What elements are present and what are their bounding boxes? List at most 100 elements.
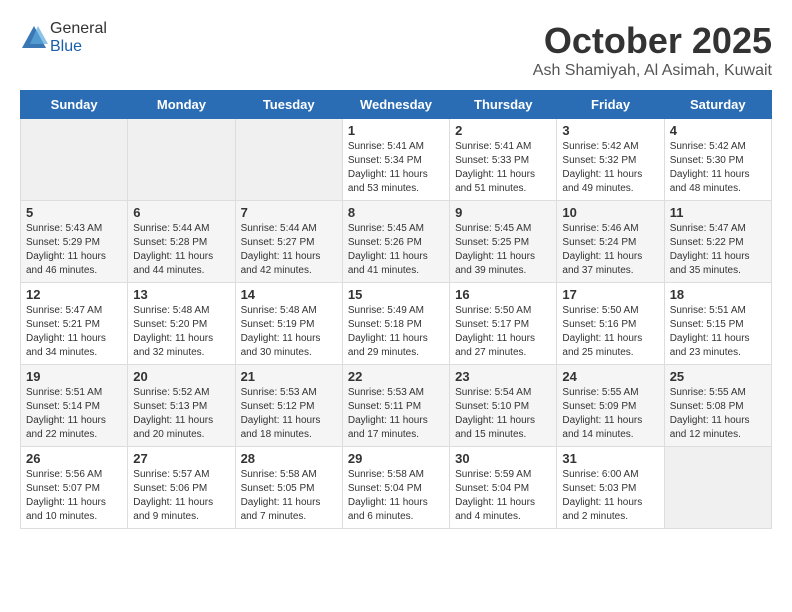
day-number: 23 [455, 369, 551, 384]
day-info: Sunrise: 6:00 AMSunset: 5:03 PMDaylight:… [562, 468, 658, 524]
calendar-day-cell: 27 Sunrise: 5:57 AMSunset: 5:06 PMDayligh… [128, 447, 235, 529]
day-number: 4 [670, 123, 766, 138]
calendar-week-row: 26 Sunrise: 5:56 AMSunset: 5:07 PMDayligh… [21, 447, 772, 529]
day-info: Sunrise: 5:44 AMSunset: 5:28 PMDaylight:… [133, 222, 229, 278]
day-number: 7 [241, 205, 337, 220]
day-info: Sunrise: 5:48 AMSunset: 5:20 PMDaylight:… [133, 304, 229, 360]
calendar-day-cell: 15 Sunrise: 5:49 AMSunset: 5:18 PMDayligh… [342, 283, 449, 365]
calendar-day-cell: 10 Sunrise: 5:46 AMSunset: 5:24 PMDayligh… [557, 201, 664, 283]
calendar-day-cell: 19 Sunrise: 5:51 AMSunset: 5:14 PMDayligh… [21, 365, 128, 447]
day-info: Sunrise: 5:48 AMSunset: 5:19 PMDaylight:… [241, 304, 337, 360]
day-info: Sunrise: 5:47 AMSunset: 5:22 PMDaylight:… [670, 222, 766, 278]
day-number: 20 [133, 369, 229, 384]
calendar-day-cell: 8Sunrise: 5:45 AMSunset: 5:26 PMDaylight… [342, 201, 449, 283]
day-info: Sunrise: 5:56 AMSunset: 5:07 PMDaylight:… [26, 468, 122, 524]
day-number: 3 [562, 123, 658, 138]
calendar-day-cell: 21Sunrise: 5:53 AMSunset: 5:12 PMDayligh… [235, 365, 342, 447]
calendar-day-cell: 17 Sunrise: 5:50 AMSunset: 5:16 PMDayligh… [557, 283, 664, 365]
calendar-day-cell: 28 Sunrise: 5:58 AMSunset: 5:05 PMDayligh… [235, 447, 342, 529]
day-info: Sunrise: 5:47 AMSunset: 5:21 PMDaylight:… [26, 304, 122, 360]
day-info: Sunrise: 5:41 AMSunset: 5:33 PMDaylight:… [455, 140, 551, 196]
day-info: Sunrise: 5:44 AMSunset: 5:27 PMDaylight:… [241, 222, 337, 278]
calendar-day-cell: 13Sunrise: 5:48 AMSunset: 5:20 PMDayligh… [128, 283, 235, 365]
day-info: Sunrise: 5:42 AMSunset: 5:32 PMDaylight:… [562, 140, 658, 196]
weekday-header: Wednesday [342, 91, 449, 119]
day-info: Sunrise: 5:58 AMSunset: 5:04 PMDaylight:… [348, 468, 444, 524]
calendar-day-cell: 6 Sunrise: 5:44 AMSunset: 5:28 PMDaylight… [128, 201, 235, 283]
weekday-header-row: SundayMondayTuesdayWednesdayThursdayFrid… [21, 91, 772, 119]
day-info: Sunrise: 5:54 AMSunset: 5:10 PMDaylight:… [455, 386, 551, 442]
day-info: Sunrise: 5:50 AMSunset: 5:16 PMDaylight:… [562, 304, 658, 360]
weekday-header: Friday [557, 91, 664, 119]
day-number: 29 [348, 451, 444, 466]
calendar-day-cell: 25Sunrise: 5:55 AMSunset: 5:08 PMDayligh… [664, 365, 771, 447]
day-info: Sunrise: 5:51 AMSunset: 5:14 PMDaylight:… [26, 386, 122, 442]
weekday-header: Thursday [450, 91, 557, 119]
day-info: Sunrise: 5:57 AMSunset: 5:06 PMDaylight:… [133, 468, 229, 524]
calendar-day-cell: 1 Sunrise: 5:41 AMSunset: 5:34 PMDaylight… [342, 119, 449, 201]
page-header: General Blue October 2025 Ash Shamiyah, … [20, 20, 772, 80]
day-number: 9 [455, 205, 551, 220]
day-info: Sunrise: 5:58 AMSunset: 5:05 PMDaylight:… [241, 468, 337, 524]
day-number: 18 [670, 287, 766, 302]
day-info: Sunrise: 5:42 AMSunset: 5:30 PMDaylight:… [670, 140, 766, 196]
calendar-week-row: 19 Sunrise: 5:51 AMSunset: 5:14 PMDayligh… [21, 365, 772, 447]
day-info: Sunrise: 5:59 AMSunset: 5:04 PMDaylight:… [455, 468, 551, 524]
day-number: 14 [241, 287, 337, 302]
day-info: Sunrise: 5:52 AMSunset: 5:13 PMDaylight:… [133, 386, 229, 442]
weekday-header: Sunday [21, 91, 128, 119]
calendar-day-cell: 23 Sunrise: 5:54 AMSunset: 5:10 PMDayligh… [450, 365, 557, 447]
title-block: October 2025 Ash Shamiyah, Al Asimah, Ku… [533, 20, 772, 80]
day-number: 26 [26, 451, 122, 466]
day-info: Sunrise: 5:46 AMSunset: 5:24 PMDaylight:… [562, 222, 658, 278]
day-number: 31 [562, 451, 658, 466]
day-number: 8 [348, 205, 444, 220]
calendar-day-cell: 31 Sunrise: 6:00 AMSunset: 5:03 PMDayligh… [557, 447, 664, 529]
calendar-day-cell: 22 Sunrise: 5:53 AMSunset: 5:11 PMDayligh… [342, 365, 449, 447]
logo-blue-text: Blue [50, 38, 82, 55]
calendar-day-cell: 30Sunrise: 5:59 AMSunset: 5:04 PMDayligh… [450, 447, 557, 529]
calendar-day-cell: 11 Sunrise: 5:47 AMSunset: 5:22 PMDayligh… [664, 201, 771, 283]
calendar-week-row: 12 Sunrise: 5:47 AMSunset: 5:21 PMDayligh… [21, 283, 772, 365]
day-number: 5 [26, 205, 122, 220]
weekday-header: Tuesday [235, 91, 342, 119]
day-number: 24 [562, 369, 658, 384]
calendar-day-cell: 12 Sunrise: 5:47 AMSunset: 5:21 PMDayligh… [21, 283, 128, 365]
day-number: 2 [455, 123, 551, 138]
calendar-day-cell: 3 Sunrise: 5:42 AMSunset: 5:32 PMDaylight… [557, 119, 664, 201]
calendar-day-cell: 5Sunrise: 5:43 AMSunset: 5:29 PMDaylight… [21, 201, 128, 283]
day-number: 21 [241, 369, 337, 384]
calendar-day-cell: 20 Sunrise: 5:52 AMSunset: 5:13 PMDayligh… [128, 365, 235, 447]
day-info: Sunrise: 5:55 AMSunset: 5:09 PMDaylight:… [562, 386, 658, 442]
logo-icon [20, 24, 48, 52]
day-number: 27 [133, 451, 229, 466]
calendar-week-row: 1 Sunrise: 5:41 AMSunset: 5:34 PMDaylight… [21, 119, 772, 201]
day-number: 6 [133, 205, 229, 220]
month-title: October 2025 [533, 20, 772, 62]
day-number: 1 [348, 123, 444, 138]
day-info: Sunrise: 5:50 AMSunset: 5:17 PMDaylight:… [455, 304, 551, 360]
location-subtitle: Ash Shamiyah, Al Asimah, Kuwait [533, 62, 772, 80]
day-info: Sunrise: 5:53 AMSunset: 5:11 PMDaylight:… [348, 386, 444, 442]
calendar-day-cell: 7 Sunrise: 5:44 AMSunset: 5:27 PMDaylight… [235, 201, 342, 283]
day-number: 19 [26, 369, 122, 384]
day-info: Sunrise: 5:49 AMSunset: 5:18 PMDaylight:… [348, 304, 444, 360]
day-number: 10 [562, 205, 658, 220]
calendar-day-cell: 24 Sunrise: 5:55 AMSunset: 5:09 PMDayligh… [557, 365, 664, 447]
day-number: 17 [562, 287, 658, 302]
day-number: 28 [241, 451, 337, 466]
day-info: Sunrise: 5:55 AMSunset: 5:08 PMDaylight:… [670, 386, 766, 442]
calendar-day-cell: 16Sunrise: 5:50 AMSunset: 5:17 PMDayligh… [450, 283, 557, 365]
day-number: 12 [26, 287, 122, 302]
weekday-header: Monday [128, 91, 235, 119]
calendar-day-cell: 9Sunrise: 5:45 AMSunset: 5:25 PMDaylight… [450, 201, 557, 283]
calendar-day-cell [128, 119, 235, 201]
day-info: Sunrise: 5:41 AMSunset: 5:34 PMDaylight:… [348, 140, 444, 196]
calendar-day-cell [664, 447, 771, 529]
calendar-day-cell: 26 Sunrise: 5:56 AMSunset: 5:07 PMDayligh… [21, 447, 128, 529]
day-number: 11 [670, 205, 766, 220]
day-number: 15 [348, 287, 444, 302]
day-number: 22 [348, 369, 444, 384]
calendar-day-cell: 29 Sunrise: 5:58 AMSunset: 5:04 PMDayligh… [342, 447, 449, 529]
calendar-table: SundayMondayTuesdayWednesdayThursdayFrid… [20, 90, 772, 529]
